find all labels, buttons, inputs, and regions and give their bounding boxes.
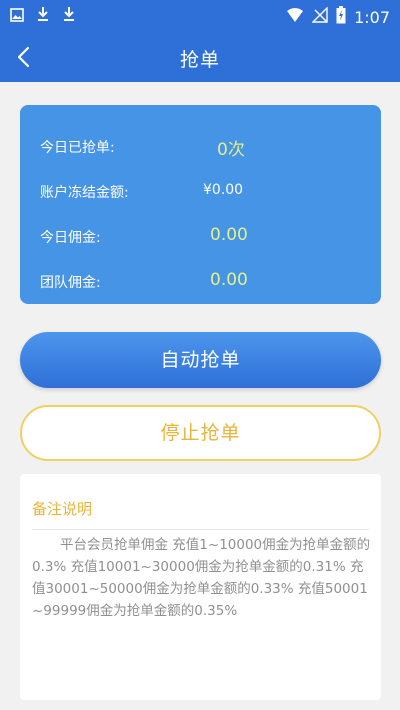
stat-row-frozen-amount: 账户冻结金额: ¥0.00 (40, 180, 361, 204)
stat-label: 团队佣金: (40, 275, 101, 291)
notes-title: 备注说明 (32, 500, 93, 518)
app-header: 抢单 (0, 33, 400, 82)
stat-label: 账户冻结金额: (40, 185, 129, 201)
stat-value: 0.00 (210, 270, 248, 290)
stat-label: 今日已抢单: (40, 140, 115, 156)
stats-card: 今日已抢单: 0次 账户冻结金额: ¥0.00 今日佣金: 0.00 团队佣金:… (20, 105, 381, 304)
auto-grab-button[interactable]: 自动抢单 (20, 332, 381, 388)
status-time: 1:07 (354, 7, 390, 27)
download-icon (36, 6, 50, 26)
image-icon (10, 7, 24, 26)
status-bar: 1:07 (0, 0, 400, 33)
stat-value: 0次 (217, 140, 245, 160)
stat-value: 0.00 (210, 225, 248, 245)
stat-row-today-grabs: 今日已抢单: 0次 (40, 135, 361, 160)
notes-card: 备注说明 平台会员抢单佣金 充值1~10000佣金为抢单金额的0.3% 充值10… (20, 474, 381, 700)
stat-row-today-commission: 今日佣金: 0.00 (40, 225, 361, 249)
stat-row-team-commission: 团队佣金: 0.00 (40, 270, 361, 294)
status-bar-system: 1:07 (286, 6, 390, 28)
divider (32, 529, 369, 530)
battery-charging-icon (336, 6, 346, 28)
wifi-icon (286, 7, 304, 27)
notes-body: 平台会员抢单佣金 充值1~10000佣金为抢单金额的0.3% 充值10001~3… (32, 537, 371, 619)
no-signal-icon (311, 6, 328, 27)
download-icon (62, 6, 76, 26)
stop-grab-button[interactable]: 停止抢单 (20, 405, 381, 461)
page-title: 抢单 (179, 49, 220, 71)
status-bar-notifications (10, 6, 76, 26)
stat-value: ¥0.00 (203, 182, 244, 198)
stat-label: 今日佣金: (40, 230, 101, 246)
